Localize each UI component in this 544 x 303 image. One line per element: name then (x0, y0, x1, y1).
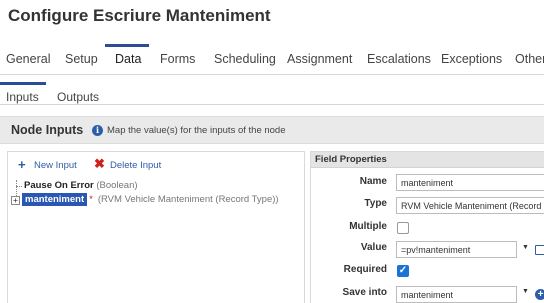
tab-outputs[interactable]: Outputs (57, 90, 99, 104)
info-icon: i (92, 125, 103, 136)
plus-icon[interactable]: + (18, 158, 26, 171)
tree-node-type: (RVM Vehicle Manteniment (Record Type)) (97, 194, 279, 205)
multiple-checkbox[interactable] (397, 222, 409, 234)
tab-exceptions[interactable]: Exceptions (441, 52, 502, 66)
save-into-label: Save into (342, 287, 387, 298)
value-expression-field[interactable]: =pv!manteniment (396, 241, 517, 258)
field-properties-title: Field Properties (315, 154, 387, 165)
tab-data[interactable]: Data (115, 52, 141, 66)
tree-connector (16, 186, 22, 187)
field-properties-header: Field Properties (311, 152, 544, 168)
value-label: Value (360, 242, 387, 253)
name-field[interactable]: manteniment (396, 174, 544, 191)
save-into-field[interactable]: manteniment (396, 286, 517, 303)
sub-tab-bar: Inputs Outputs (0, 80, 544, 105)
name-label: Name (359, 176, 387, 187)
node-inputs-tree-panel: + New Input ✖ Delete Input Pause On Erro… (7, 151, 305, 303)
tree-node-pause-on-error[interactable]: Pause On Error (Boolean) (24, 180, 138, 191)
type-label: Type (364, 198, 387, 209)
add-circle-icon[interactable]: + (535, 289, 544, 300)
required-checkbox[interactable]: ✓ (397, 265, 409, 277)
delete-input-link[interactable]: Delete Input (110, 160, 161, 171)
tab-setup[interactable]: Setup (65, 52, 98, 66)
type-field[interactable]: RVM Vehicle Manteniment (Record Type) (396, 197, 544, 214)
active-tab-indicator (105, 44, 149, 47)
active-sub-tab-indicator (0, 82, 46, 85)
required-marker: * (89, 194, 93, 205)
main-tab-bar: General Setup Data Forms Scheduling Assi… (0, 44, 544, 75)
tab-other[interactable]: Other (515, 52, 544, 66)
tab-assignment[interactable]: Assignment (287, 52, 352, 66)
expand-icon[interactable]: + (11, 196, 20, 205)
tree-node-name-selected: manteniment (22, 193, 88, 206)
tree-node-manteniment[interactable]: manteniment * (RVM Vehicle Manteniment (Re… (22, 193, 279, 207)
node-inputs-header: Node Inputs i Map the value(s) for the i… (0, 116, 544, 144)
tab-inputs[interactable]: Inputs (6, 90, 39, 104)
required-label: Required (343, 264, 387, 275)
tab-scheduling[interactable]: Scheduling (214, 52, 276, 66)
edit-icon[interactable] (535, 245, 544, 255)
tab-escalations[interactable]: Escalations (367, 52, 431, 66)
tab-general[interactable]: General (6, 52, 50, 66)
field-properties-panel: Field Properties Name manteniment Type R… (310, 151, 544, 303)
caret-down-icon[interactable]: ▼ (522, 288, 529, 295)
x-icon[interactable]: ✖ (94, 157, 105, 171)
page-title: Configure Escriure Manteniment (8, 6, 271, 25)
tree-node-type: (Boolean) (96, 180, 138, 191)
tree-node-name: Pause On Error (24, 180, 94, 191)
tab-forms[interactable]: Forms (160, 52, 195, 66)
node-inputs-hint: Map the value(s) for the inputs of the n… (107, 125, 286, 136)
node-inputs-title: Node Inputs (11, 123, 84, 137)
new-input-link[interactable]: New Input (34, 160, 77, 171)
multiple-label: Multiple (349, 221, 387, 232)
caret-down-icon[interactable]: ▼ (522, 244, 529, 251)
